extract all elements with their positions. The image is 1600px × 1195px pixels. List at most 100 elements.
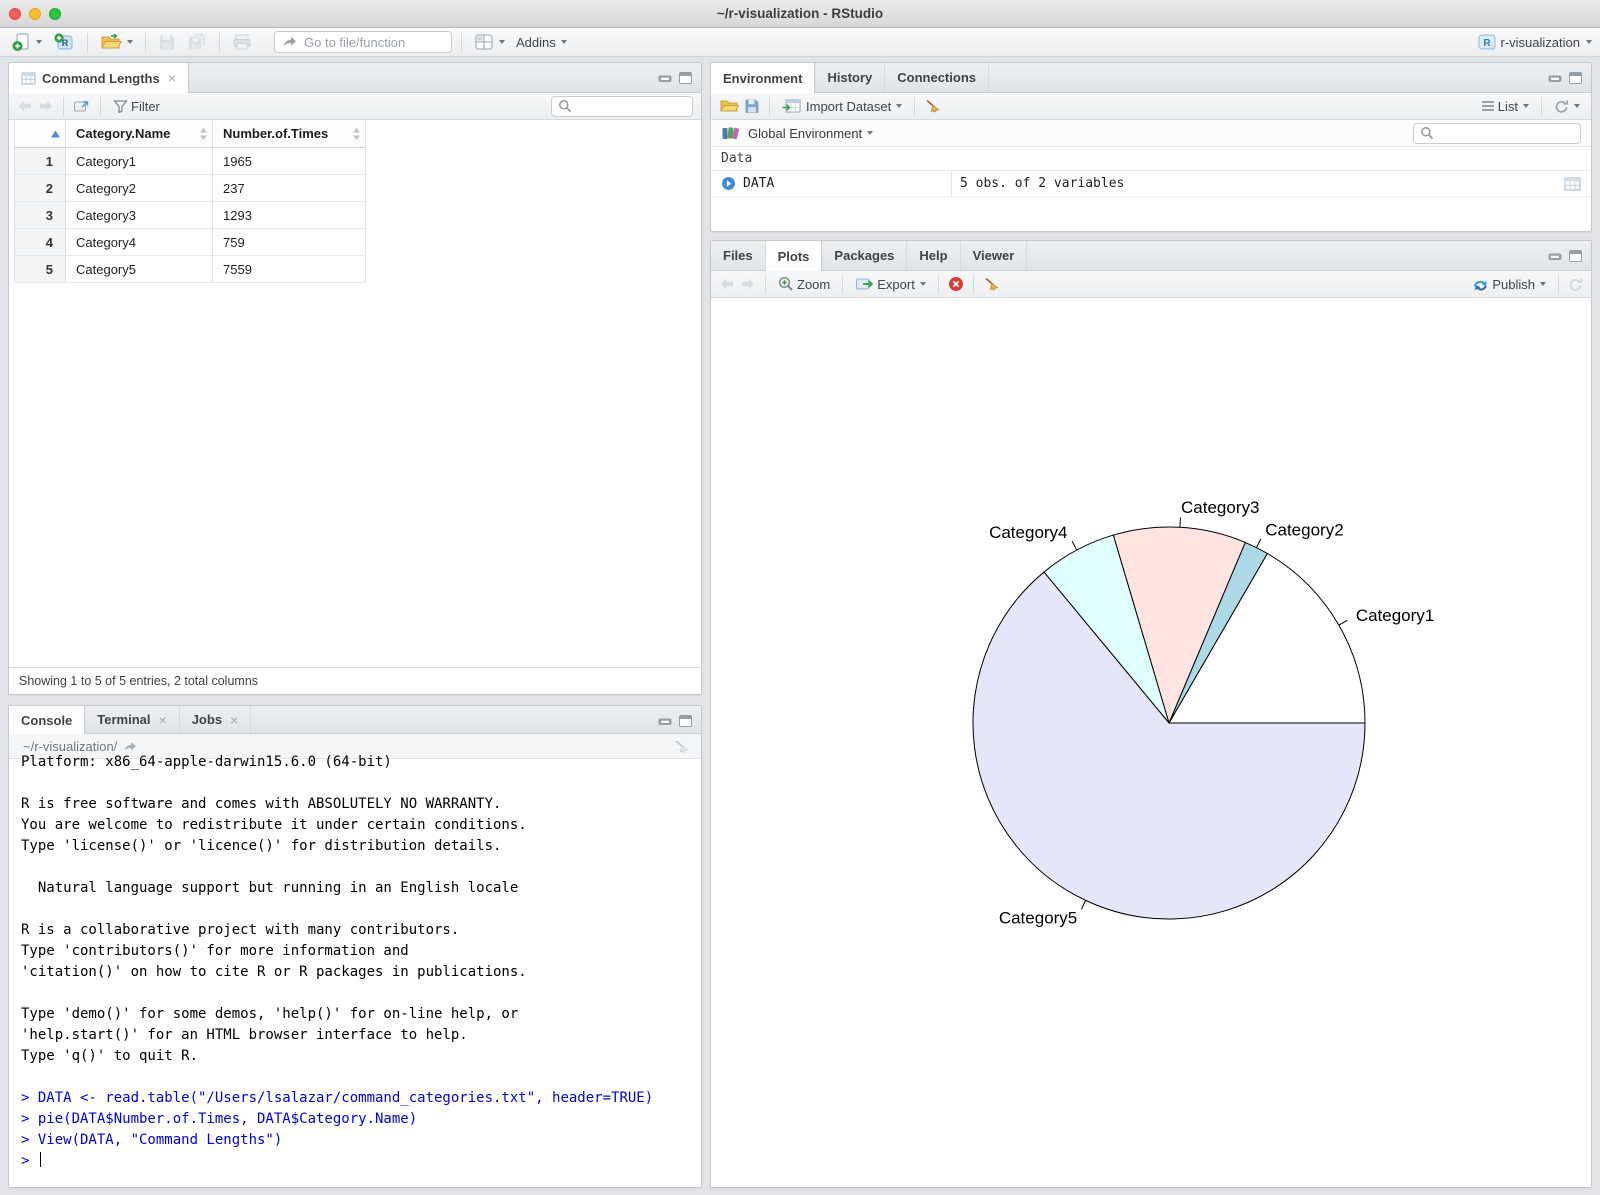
publish-button[interactable]: Publish xyxy=(1469,275,1549,294)
minimize-pane-icon[interactable] xyxy=(1548,251,1562,261)
clear-environment-broom-icon[interactable] xyxy=(924,98,942,114)
close-tab-icon[interactable]: × xyxy=(230,712,238,728)
pie-slice-label: Category1 xyxy=(1356,606,1434,625)
maximize-pane-icon[interactable] xyxy=(679,715,692,727)
back-icon[interactable] xyxy=(17,100,33,112)
environment-tabstrip: Environment History Connections xyxy=(711,63,1591,93)
remove-plot-icon[interactable] xyxy=(948,276,964,292)
console-output-line: Platform: x86_64-apple-darwin15.6.0 (64-… xyxy=(21,754,392,770)
tab-command-lengths[interactable]: Command Lengths × xyxy=(9,63,189,93)
tab-plots[interactable]: Plots xyxy=(765,241,823,271)
import-dataset-caret-icon xyxy=(896,104,903,108)
row-index-cell: 5 xyxy=(14,256,66,283)
goto-arrow-icon xyxy=(282,35,298,49)
filter-label: Filter xyxy=(131,98,160,114)
view-data-grid-icon[interactable] xyxy=(1564,177,1581,191)
project-menu[interactable]: R r-visualization xyxy=(1477,33,1592,51)
goto-directory-icon[interactable] xyxy=(123,740,138,753)
toolbar-separator xyxy=(769,96,770,116)
maximize-pane-icon[interactable] xyxy=(1569,72,1582,84)
goto-file-input[interactable] xyxy=(304,34,434,50)
tab-help[interactable]: Help xyxy=(907,241,961,270)
maximize-pane-icon[interactable] xyxy=(679,72,692,84)
data-viewer-search[interactable] xyxy=(551,95,693,117)
data-viewer-search-input[interactable] xyxy=(577,99,686,113)
console-output-line: Natural language support but running in … xyxy=(21,880,519,896)
toolbar-separator xyxy=(63,96,64,116)
print-button[interactable] xyxy=(229,31,255,53)
clear-console-broom-icon[interactable] xyxy=(673,738,691,754)
import-dataset-button[interactable]: Import Dataset xyxy=(779,96,905,116)
environment-object-row[interactable]: DATA 5 obs. of 2 variables xyxy=(711,171,1591,197)
environment-toolbar: Import Dataset List xyxy=(711,93,1591,120)
environment-view-mode-button[interactable]: List xyxy=(1478,97,1532,116)
close-tab-icon[interactable]: × xyxy=(159,712,167,728)
open-file-button[interactable] xyxy=(97,31,136,53)
expand-object-icon[interactable] xyxy=(721,176,736,191)
environment-search-input[interactable] xyxy=(1439,126,1574,140)
environment-search[interactable] xyxy=(1413,122,1581,144)
load-workspace-folder-icon[interactable] xyxy=(719,98,740,114)
save-workspace-icon[interactable] xyxy=(744,98,760,114)
tab-files[interactable]: Files xyxy=(711,241,766,270)
maximize-pane-icon[interactable] xyxy=(1569,250,1582,262)
addins-button[interactable]: Addins xyxy=(513,33,570,52)
row-index-header[interactable] xyxy=(14,120,66,148)
addins-caret-icon xyxy=(560,40,567,44)
scope-label: Global Environment xyxy=(748,125,863,141)
previous-plot-icon[interactable] xyxy=(719,278,735,290)
refresh-icon xyxy=(1554,99,1569,114)
open-in-new-window-icon[interactable] xyxy=(73,99,91,113)
zoom-plot-button[interactable]: Zoom xyxy=(775,274,833,294)
data-table: Category.Name Number.of.Times 1 Category1… xyxy=(14,120,366,283)
toolbar-separator xyxy=(219,32,220,52)
minimize-pane-icon[interactable] xyxy=(658,73,672,83)
tab-jobs[interactable]: Jobs × xyxy=(180,706,252,733)
data-viewer-toolbar: Filter xyxy=(9,93,701,120)
minimize-pane-icon[interactable] xyxy=(658,716,672,726)
object-summary: 5 obs. of 2 variables xyxy=(951,171,1591,196)
save-all-button[interactable] xyxy=(184,31,210,53)
forward-icon[interactable] xyxy=(38,100,54,112)
tab-environment[interactable]: Environment xyxy=(711,63,816,93)
pie-chart: Category1 Category2 Category3 Category4 Cate… xyxy=(972,498,1434,928)
refresh-environment-button[interactable] xyxy=(1551,97,1583,116)
pie-label-tick xyxy=(1071,541,1078,551)
tab-history[interactable]: History xyxy=(815,63,886,92)
publish-label: Publish xyxy=(1492,276,1535,292)
scope-caret-icon xyxy=(867,131,874,135)
console-output[interactable]: Platform: x86_64-apple-darwin15.6.0 (64-… xyxy=(9,752,701,1172)
environment-scope-selector[interactable]: Global Environment xyxy=(745,124,876,143)
table-row: 3 Category3 1293 xyxy=(14,202,366,229)
open-file-caret-icon xyxy=(127,40,133,44)
save-button[interactable] xyxy=(155,31,179,53)
tab-console[interactable]: Console xyxy=(9,706,86,734)
goto-file-search[interactable] xyxy=(274,31,452,53)
refresh-plot-icon[interactable] xyxy=(1568,277,1583,292)
pane-layout-button[interactable] xyxy=(471,31,508,53)
tab-connections[interactable]: Connections xyxy=(885,63,989,92)
console-output-line: Type 'license()' or 'licence()' for dist… xyxy=(21,838,502,854)
tab-label: Terminal xyxy=(97,712,151,727)
filter-button[interactable]: Filter xyxy=(110,97,163,116)
next-plot-icon[interactable] xyxy=(740,278,756,290)
console-prompt-line[interactable]: > xyxy=(21,1151,701,1172)
export-plot-button[interactable]: Export xyxy=(852,275,929,294)
toolbar-separator xyxy=(461,32,462,52)
toolbar-separator xyxy=(87,32,88,52)
table-row: 1 Category1 1965 xyxy=(14,148,366,175)
new-file-button[interactable] xyxy=(8,30,45,54)
clear-all-plots-broom-icon[interactable] xyxy=(983,276,1001,292)
minimize-pane-icon[interactable] xyxy=(1548,73,1562,83)
column-header-category-name[interactable]: Category.Name xyxy=(66,120,213,148)
tab-packages[interactable]: Packages xyxy=(822,241,908,270)
new-project-button[interactable]: R xyxy=(50,30,78,54)
tab-viewer[interactable]: Viewer xyxy=(961,241,1028,270)
tab-terminal[interactable]: Terminal × xyxy=(85,706,180,733)
console-input-line: > pie(DATA$Number.of.Times, DATA$Categor… xyxy=(21,1111,418,1127)
column-header-number-of-times[interactable]: Number.of.Times xyxy=(213,120,366,148)
table-body: 1 Category1 1965 2 Category2 237 3 Category3 129… xyxy=(14,148,366,283)
close-tab-icon[interactable]: × xyxy=(168,70,176,86)
